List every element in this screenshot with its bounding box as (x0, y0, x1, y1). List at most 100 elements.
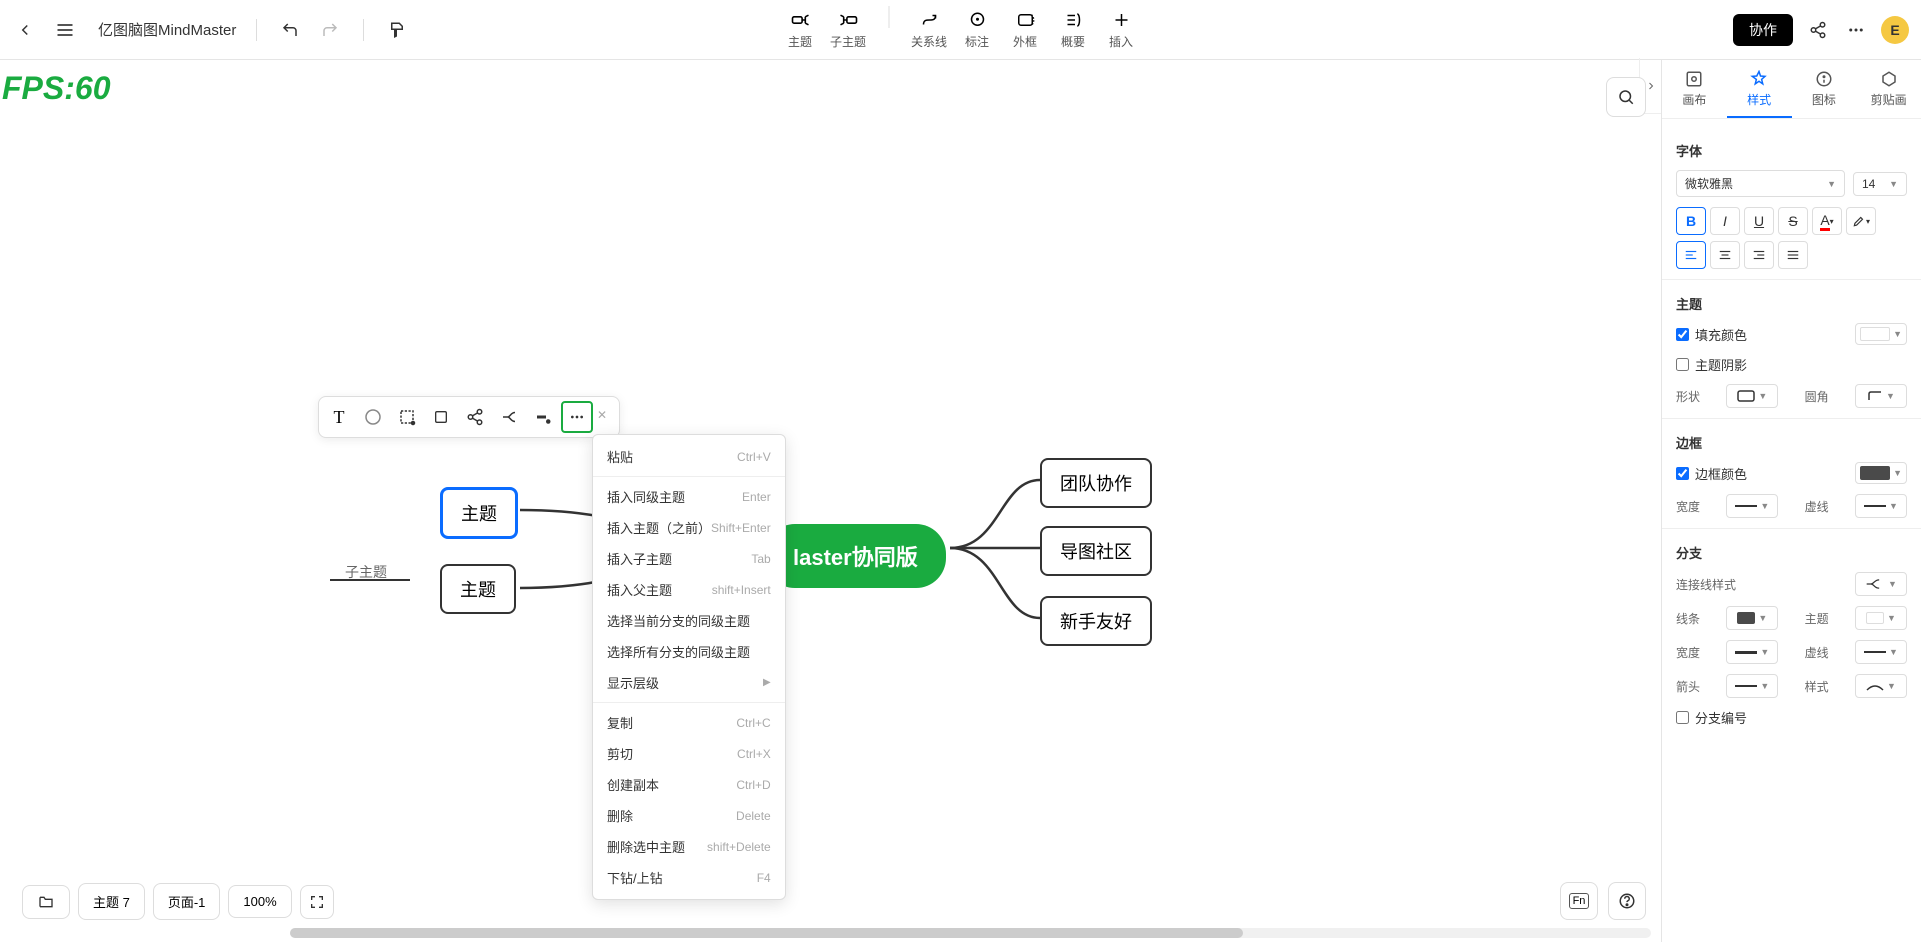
floating-subtopic-label[interactable]: 子主题 (345, 562, 387, 582)
shadow-checkbox[interactable]: 主题阴影 (1676, 355, 1747, 374)
ctx-delete-selected[interactable]: 删除选中主题shift+Delete (593, 831, 785, 862)
ctx-delete[interactable]: 删除Delete (593, 800, 785, 831)
shape-tool-button[interactable] (425, 401, 457, 433)
collapse-tool-button[interactable] (527, 401, 559, 433)
summary-button[interactable]: 概要 (1051, 6, 1095, 54)
boundary-tool-button[interactable] (391, 401, 423, 433)
tab-style[interactable]: 样式 (1727, 60, 1792, 118)
bottom-bar: 主题 7 页面-1 100% (22, 883, 334, 920)
ctx-cut[interactable]: 剪切Ctrl+X (593, 738, 785, 769)
topic-node[interactable]: 导图社区 (1040, 526, 1152, 576)
callout-icon (968, 10, 986, 30)
insert-button[interactable]: 插入 (1099, 6, 1143, 54)
align-right-button[interactable] (1744, 241, 1774, 269)
line-color-select[interactable]: ▼ (1726, 606, 1778, 630)
branch-width-select[interactable]: ▼ (1726, 640, 1778, 664)
highlight-button[interactable]: ▾ (1846, 207, 1876, 235)
menu-button[interactable] (52, 17, 78, 43)
strikethrough-button[interactable]: S (1778, 207, 1808, 235)
ctx-show-levels[interactable]: 显示层级▶ (593, 667, 785, 698)
section-topic: 主题 (1676, 294, 1907, 313)
callout-button[interactable]: 标注 (955, 6, 999, 54)
divider (363, 19, 364, 41)
bold-button[interactable]: B (1676, 207, 1706, 235)
topic-node-selected[interactable]: 主题 (440, 487, 518, 539)
fullscreen-button[interactable] (300, 885, 334, 919)
branch-dash-select[interactable]: ▼ (1855, 640, 1907, 664)
italic-button[interactable]: I (1710, 207, 1740, 235)
summary-icon (1064, 10, 1082, 30)
fill-color-swatch[interactable]: ▼ (1855, 323, 1907, 345)
panel-body: 字体 微软雅黑▼ 14▼ B I U S A▾ ▾ 主题 填充颜色 ▼ 主题阴影 (1662, 119, 1921, 749)
share-button[interactable] (1805, 17, 1831, 43)
redo-button[interactable] (317, 17, 343, 43)
ctx-insert-child[interactable]: 插入子主题Tab (593, 543, 785, 574)
ctx-insert-sibling[interactable]: 插入同级主题Enter (593, 481, 785, 512)
insert-subtopic-button[interactable]: 子主题 (826, 6, 870, 54)
ctx-drill[interactable]: 下钻/上钻F4 (593, 862, 785, 893)
ctx-copy[interactable]: 复制Ctrl+C (593, 707, 785, 738)
ctx-paste[interactable]: 粘贴Ctrl+V (593, 441, 785, 472)
ctx-select-all-branch[interactable]: 选择所有分支的同级主题 (593, 636, 785, 667)
undo-button[interactable] (277, 17, 303, 43)
align-justify-button[interactable] (1778, 241, 1808, 269)
topic-node[interactable]: 主题 (440, 564, 516, 614)
more-tool-button[interactable] (561, 401, 593, 433)
arrow-select[interactable]: ▼ (1726, 674, 1778, 698)
font-color-button[interactable]: A▾ (1812, 207, 1842, 235)
collaborate-button[interactable]: 协作 (1733, 14, 1793, 46)
insert-topic-button[interactable]: 主题 (778, 6, 822, 54)
icon-tab-icon (1815, 70, 1833, 88)
topic-node[interactable]: 团队协作 (1040, 458, 1152, 508)
topic-node[interactable]: 新手友好 (1040, 596, 1152, 646)
border-color-checkbox[interactable]: 边框颜色 (1676, 464, 1747, 483)
user-avatar[interactable]: E (1881, 16, 1909, 44)
help-button[interactable] (1608, 882, 1646, 920)
outline-button[interactable] (22, 885, 70, 919)
align-center-button[interactable] (1710, 241, 1740, 269)
topic-count[interactable]: 主题 7 (78, 883, 145, 920)
ctx-insert-parent[interactable]: 插入父主题shift+Insert (593, 574, 785, 605)
border-width-select[interactable]: ▼ (1726, 494, 1778, 518)
branch-topic-select[interactable]: ▼ (1855, 606, 1907, 630)
back-button[interactable] (12, 17, 38, 43)
branch-number-checkbox[interactable]: 分支编号 (1676, 708, 1747, 727)
ctx-insert-before[interactable]: 插入主题（之前）Shift+Enter (593, 512, 785, 543)
align-left-button[interactable] (1676, 241, 1706, 269)
color-tool-button[interactable] (357, 401, 389, 433)
font-size-select[interactable]: 14▼ (1853, 172, 1907, 196)
ctx-select-current-branch[interactable]: 选择当前分支的同级主题 (593, 605, 785, 636)
underline-button[interactable]: U (1744, 207, 1774, 235)
clipart-icon (1880, 70, 1898, 88)
branch-style-select[interactable]: ▼ (1855, 674, 1907, 698)
tab-icon[interactable]: 图标 (1792, 60, 1857, 118)
tab-clipart[interactable]: 剪贴画 (1856, 60, 1921, 118)
section-font: 字体 (1676, 141, 1907, 160)
plus-icon (1112, 10, 1130, 30)
connector-style-select[interactable]: ▼ (1855, 572, 1907, 596)
branch-tool-button[interactable] (493, 401, 525, 433)
horizontal-scrollbar[interactable] (290, 928, 1651, 938)
central-topic-node[interactable]: laster协同版 (765, 524, 946, 588)
ctx-duplicate[interactable]: 创建副本Ctrl+D (593, 769, 785, 800)
zoom-level[interactable]: 100% (228, 885, 291, 918)
page-indicator[interactable]: 页面-1 (153, 883, 221, 920)
more-button[interactable] (1843, 17, 1869, 43)
panel-tabs: 画布 样式 图标 剪贴画 (1662, 60, 1921, 119)
fn-button[interactable]: Fn (1560, 882, 1598, 920)
border-color-swatch[interactable]: ▼ (1855, 462, 1907, 484)
canvas-area[interactable]: laster协同版 主题 主题 子主题 团队协作 导图社区 新手友好 T ✕ 粘… (0, 60, 1661, 942)
corner-select[interactable]: ▼ (1855, 384, 1907, 408)
tab-canvas[interactable]: 画布 (1662, 60, 1727, 118)
fill-color-checkbox[interactable]: 填充颜色 (1676, 325, 1747, 344)
close-toolbar-button[interactable]: ✕ (597, 408, 615, 426)
relation-button[interactable]: 关系线 (907, 6, 951, 54)
style-icon (1750, 70, 1768, 88)
boundary-button[interactable]: 外框 (1003, 6, 1047, 54)
format-painter-button[interactable] (384, 17, 410, 43)
font-family-select[interactable]: 微软雅黑▼ (1676, 170, 1845, 197)
shape-select[interactable]: ▼ (1726, 384, 1778, 408)
border-dash-select[interactable]: ▼ (1855, 494, 1907, 518)
link-tool-button[interactable] (459, 401, 491, 433)
text-tool-button[interactable]: T (323, 401, 355, 433)
